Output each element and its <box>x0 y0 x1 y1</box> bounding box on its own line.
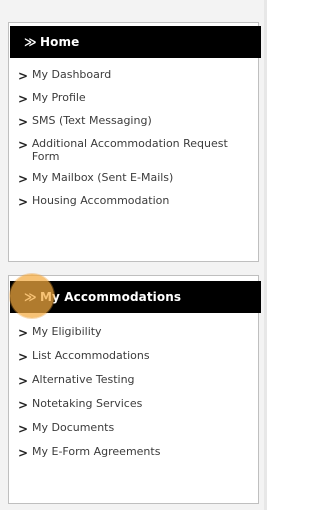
menu-item-housing-accommodation[interactable]: > Housing Accommodation <box>18 194 256 209</box>
chevron-right-icon: > <box>18 350 29 364</box>
menu-item-sms[interactable]: > SMS (Text Messaging) <box>18 114 256 129</box>
accommodations-section-title: My Accommodations <box>40 290 182 304</box>
chevron-right-icon: > <box>18 138 29 152</box>
scrollbar-track[interactable] <box>264 0 267 510</box>
chevron-right-icon: > <box>18 92 29 106</box>
menu-item-label: Additional Accommodation Request Form <box>31 137 228 163</box>
home-menu-list: > My Dashboard > My Profile > SMS (Text … <box>18 68 256 217</box>
chevron-right-icon: > <box>18 422 29 436</box>
click-highlight-indicator <box>10 274 54 318</box>
menu-item-label: My Documents <box>32 421 115 434</box>
menu-item-my-profile[interactable]: > My Profile <box>18 91 256 106</box>
chevron-right-icon: > <box>18 374 29 388</box>
menu-item-notetaking-services[interactable]: > Notetaking Services <box>18 397 256 412</box>
menu-item-label: My Eligibility <box>32 325 102 338</box>
menu-item-my-e-form-agreements[interactable]: > My E-Form Agreements <box>18 445 256 460</box>
chevron-right-icon: > <box>18 398 29 412</box>
menu-item-alternative-testing[interactable]: > Alternative Testing <box>18 373 256 388</box>
menu-item-label: My Dashboard <box>32 68 112 81</box>
menu-item-my-dashboard[interactable]: > My Dashboard <box>18 68 256 83</box>
menu-item-label: List Accommodations <box>32 349 150 362</box>
chevron-right-icon: > <box>18 446 29 460</box>
menu-item-label: Alternative Testing <box>32 373 135 386</box>
menu-item-label: Housing Accommodation <box>32 194 170 207</box>
menu-item-my-documents[interactable]: > My Documents <box>18 421 256 436</box>
menu-item-label: Notetaking Services <box>32 397 143 410</box>
menu-item-additional-accommodation[interactable]: > Additional Accommodation Request Form <box>18 137 256 163</box>
chevron-right-icon: > <box>18 172 29 186</box>
accommodations-menu-list: > My Eligibility > List Accommodations >… <box>18 325 256 469</box>
menu-item-label: SMS (Text Messaging) <box>32 114 152 127</box>
home-section-header[interactable]: ≫ Home <box>10 26 261 58</box>
menu-item-label: My Mailbox (Sent E-Mails) <box>32 171 174 184</box>
menu-item-label: My E-Form Agreements <box>32 445 161 458</box>
menu-item-my-mailbox[interactable]: > My Mailbox (Sent E-Mails) <box>18 171 256 186</box>
chevron-right-icon: > <box>18 69 29 83</box>
chevron-right-icon: > <box>18 326 29 340</box>
menu-item-label: My Profile <box>32 91 86 104</box>
menu-item-list-accommodations[interactable]: > List Accommodations <box>18 349 256 364</box>
menu-item-my-eligibility[interactable]: > My Eligibility <box>18 325 256 340</box>
chevron-right-icon: > <box>18 195 29 209</box>
double-chevron-down-icon: ≫ <box>24 35 37 49</box>
home-section-title: Home <box>40 35 80 49</box>
chevron-right-icon: > <box>18 115 29 129</box>
